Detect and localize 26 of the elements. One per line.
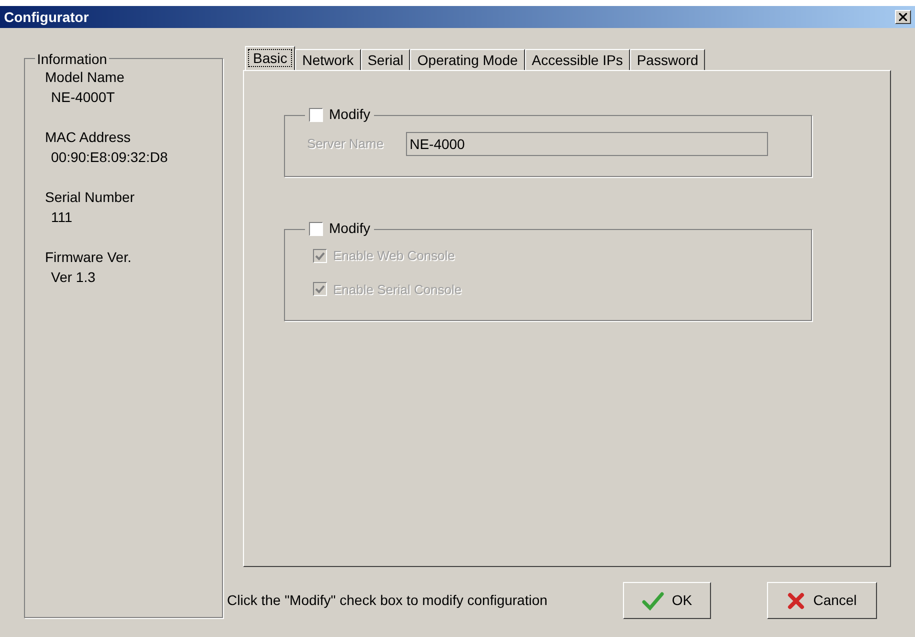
info-label: MAC Address xyxy=(45,128,132,147)
info-value: Ver 1.3 xyxy=(50,268,96,287)
checkbox-label: Modify xyxy=(329,219,370,238)
checkbox[interactable] xyxy=(309,108,323,122)
tab[interactable]: Network xyxy=(295,49,361,70)
info-value: 00:90:E8:09:32:D8 xyxy=(50,148,169,167)
check-icon xyxy=(642,590,664,610)
tab[interactable]: Basic xyxy=(245,46,296,70)
info-value: NE-4000T xyxy=(50,88,116,107)
tab[interactable]: Operating Mode xyxy=(410,49,525,70)
checkbox[interactable] xyxy=(309,222,323,236)
cross-icon xyxy=(787,592,806,610)
tab[interactable]: Accessible IPs xyxy=(524,49,630,70)
hint-text: Click the "Modify" check box to modify configuration xyxy=(227,591,548,610)
info-label: Serial Number xyxy=(45,188,136,207)
close-button[interactable] xyxy=(895,10,911,24)
close-icon xyxy=(899,13,907,21)
ok-button[interactable]: OK xyxy=(623,582,711,619)
window-title: Configurator xyxy=(4,8,89,27)
tab[interactable]: Password xyxy=(630,49,706,70)
cancel-button[interactable]: Cancel xyxy=(767,582,877,619)
info-label: Model Name xyxy=(45,68,126,87)
tab[interactable]: Serial xyxy=(360,49,410,70)
checkbox-label: Modify xyxy=(329,105,370,124)
info-label: Firmware Ver. xyxy=(45,248,132,267)
info-value: 111 xyxy=(50,208,74,227)
